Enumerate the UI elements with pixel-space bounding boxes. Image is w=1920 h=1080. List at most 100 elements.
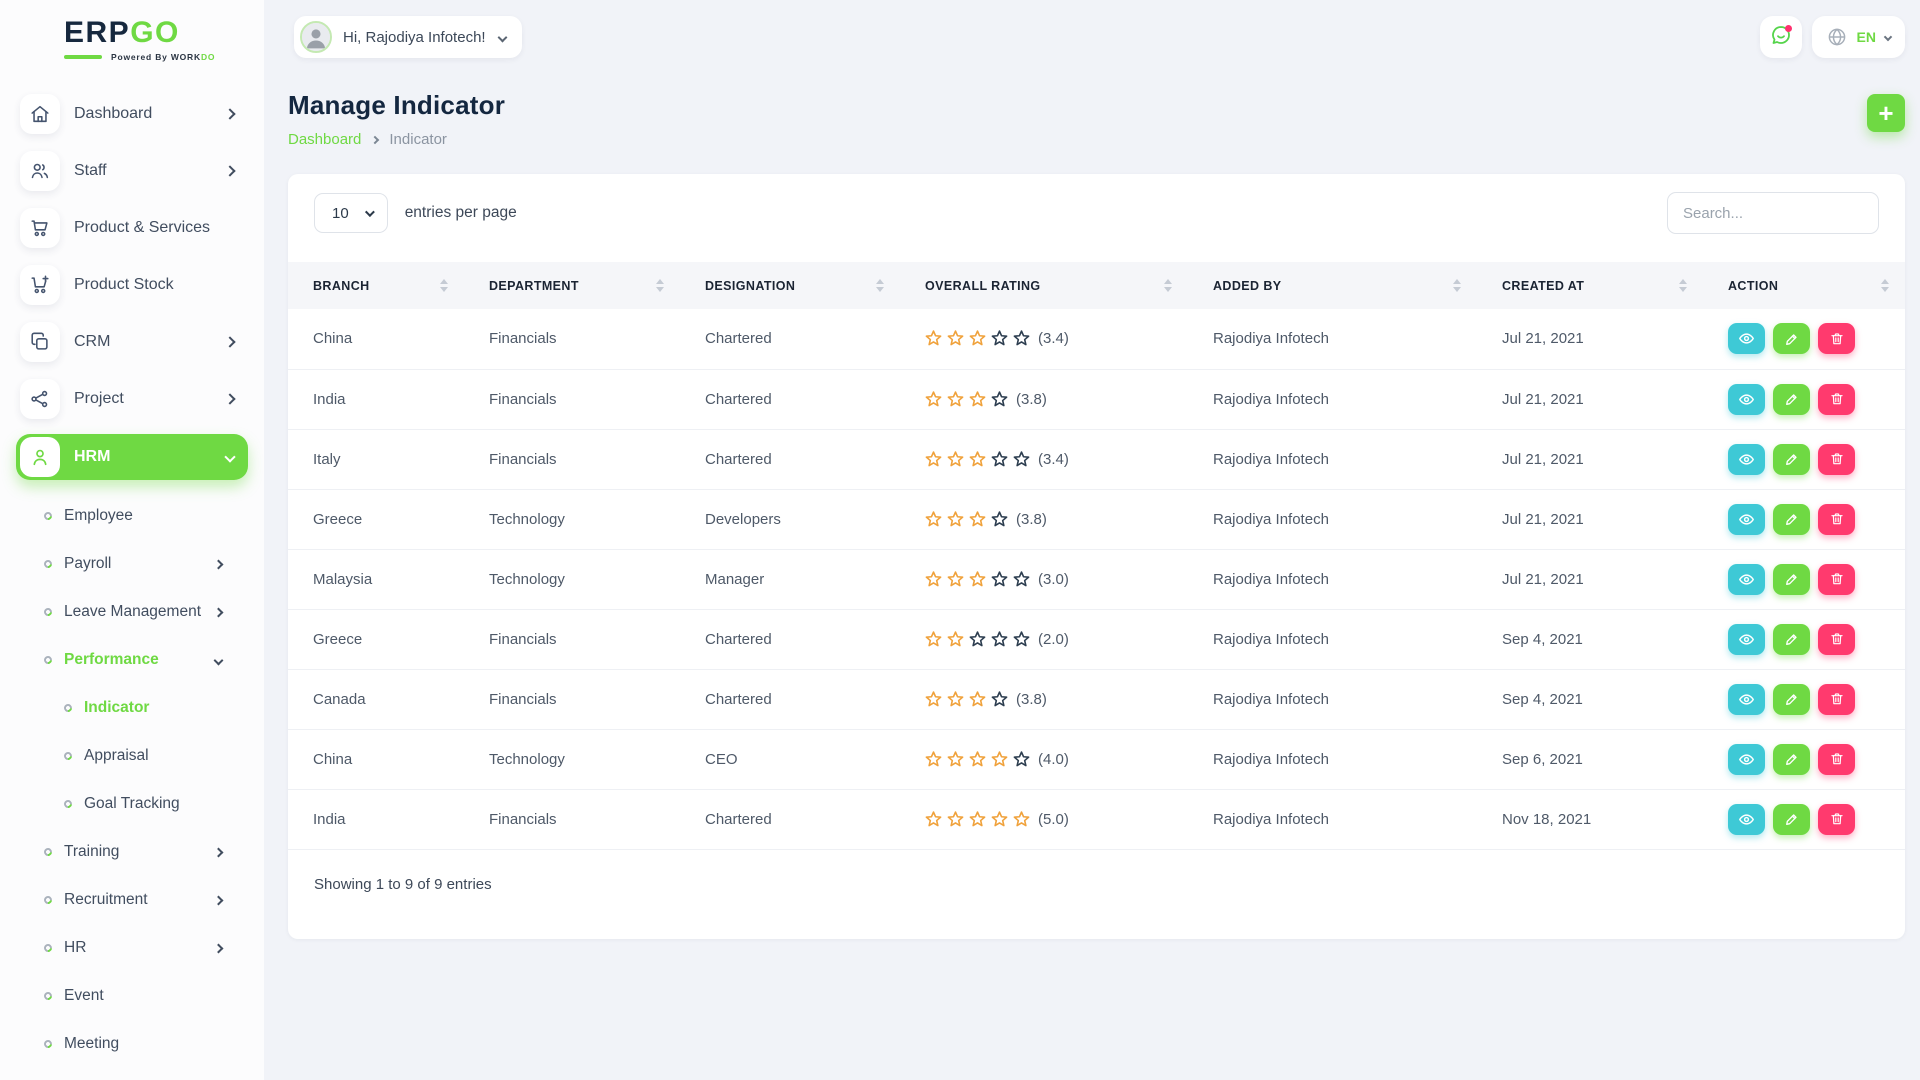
star-icon (947, 811, 964, 828)
delete-button[interactable] (1818, 444, 1855, 475)
star-icon (1013, 631, 1030, 648)
view-button[interactable] (1728, 624, 1765, 655)
view-button[interactable] (1728, 684, 1765, 715)
delete-button[interactable] (1818, 684, 1855, 715)
sidebar-subitem-label: Employee (64, 507, 222, 525)
edit-button[interactable] (1773, 384, 1810, 415)
sidebar-subitem-payroll[interactable]: Payroll (16, 549, 248, 579)
add-indicator-button[interactable]: + (1867, 94, 1905, 132)
view-button[interactable] (1728, 384, 1765, 415)
logo-text: ERPGO (64, 16, 264, 49)
edit-button[interactable] (1773, 624, 1810, 655)
view-button[interactable] (1728, 804, 1765, 835)
cell-action (1703, 789, 1905, 849)
chevron-right-icon (224, 165, 235, 176)
sidebar-subitem-performance[interactable]: Performance (16, 645, 248, 675)
messenger-button[interactable] (1760, 16, 1802, 58)
cell-created-at: Jul 21, 2021 (1477, 369, 1703, 429)
sidebar-subitem-hr[interactable]: HR (16, 933, 248, 963)
chevron-down-icon (1884, 33, 1892, 41)
pencil-icon (1784, 451, 1800, 467)
trash-icon (1829, 391, 1845, 407)
page-title: Manage Indicator (288, 90, 505, 121)
edit-button[interactable] (1773, 444, 1810, 475)
pencil-icon (1784, 571, 1800, 587)
column-header-department[interactable]: DEPARTMENT (464, 262, 680, 309)
sidebar-subitem-appraisal[interactable]: Appraisal (16, 741, 248, 771)
cell-added-by: Rajodiya Infotech (1188, 669, 1477, 729)
sidebar-item-product-and-services[interactable]: Product & Services (16, 206, 248, 250)
cell-designation: Chartered (680, 609, 900, 669)
column-header-branch[interactable]: BRANCH (288, 262, 464, 309)
cell-overall-rating: (3.8) (900, 369, 1188, 429)
sidebar-item-staff[interactable]: Staff (16, 149, 248, 193)
star-icon (947, 511, 964, 528)
sidebar-subitem-recruitment[interactable]: Recruitment (16, 885, 248, 915)
edit-button[interactable] (1773, 564, 1810, 595)
user-menu[interactable]: Hi, Rajodiya Infotech! (294, 16, 522, 58)
delete-button[interactable] (1818, 504, 1855, 535)
sidebar-subitem-goal-tracking[interactable]: Goal Tracking (16, 789, 248, 819)
sidebar-item-project[interactable]: Project (16, 377, 248, 421)
column-header-action[interactable]: ACTION (1703, 262, 1905, 309)
delete-button[interactable] (1818, 564, 1855, 595)
sidebar-item-hrm[interactable]: HRM (16, 434, 248, 480)
rating-value: (3.8) (1016, 511, 1047, 528)
chevron-down-icon (224, 451, 235, 462)
view-button[interactable] (1728, 564, 1765, 595)
search-input[interactable] (1667, 192, 1879, 234)
view-button[interactable] (1728, 504, 1765, 535)
edit-button[interactable] (1773, 684, 1810, 715)
column-label: ADDED BY (1213, 279, 1281, 293)
star-icon (925, 811, 942, 828)
breadcrumb-dashboard-link[interactable]: Dashboard (288, 131, 361, 148)
table-header-row: BRANCHDEPARTMENTDESIGNATIONOVERALL RATIN… (288, 262, 1905, 309)
sidebar-subitem-employee[interactable]: Employee (16, 501, 248, 531)
view-button[interactable] (1728, 444, 1765, 475)
cell-created-at: Sep 4, 2021 (1477, 609, 1703, 669)
entries-per-page-select[interactable]: 10 (314, 193, 388, 233)
sidebar-item-dashboard[interactable]: Dashboard (16, 92, 248, 136)
cell-created-at: Jul 21, 2021 (1477, 489, 1703, 549)
column-header-designation[interactable]: DESIGNATION (680, 262, 900, 309)
delete-button[interactable] (1818, 744, 1855, 775)
edit-button[interactable] (1773, 744, 1810, 775)
trash-icon (1829, 331, 1845, 347)
edit-button[interactable] (1773, 323, 1810, 354)
breadcrumb-current: Indicator (389, 131, 447, 148)
view-button[interactable] (1728, 744, 1765, 775)
delete-button[interactable] (1818, 804, 1855, 835)
edit-button[interactable] (1773, 804, 1810, 835)
cell-added-by: Rajodiya Infotech (1188, 489, 1477, 549)
delete-button[interactable] (1818, 384, 1855, 415)
star-icon (925, 511, 942, 528)
edit-button[interactable] (1773, 504, 1810, 535)
column-header-added-by[interactable]: ADDED BY (1188, 262, 1477, 309)
sidebar-subitem-training[interactable]: Training (16, 837, 248, 867)
delete-button[interactable] (1818, 323, 1855, 354)
sidebar-item-crm[interactable]: CRM (16, 320, 248, 364)
cell-action (1703, 729, 1905, 789)
cell-branch: China (288, 729, 464, 789)
table-row: CanadaFinancialsChartered(3.8)Rajodiya I… (288, 669, 1905, 729)
indicator-table-card: 10 entries per page BRANCHDEPARTMENTDESI… (288, 174, 1905, 939)
plus-icon: + (1878, 100, 1893, 126)
language-selector[interactable]: EN (1812, 16, 1905, 58)
cell-added-by: Rajodiya Infotech (1188, 549, 1477, 609)
column-header-overall-rating[interactable]: OVERALL RATING (900, 262, 1188, 309)
sidebar-subitem-event[interactable]: Event (16, 981, 248, 1011)
sidebar-subitem-indicator[interactable]: Indicator (16, 693, 248, 723)
pencil-icon (1784, 811, 1800, 827)
delete-button[interactable] (1818, 624, 1855, 655)
view-button[interactable] (1728, 323, 1765, 354)
chevron-right-icon (214, 847, 224, 857)
sidebar-subitem-meeting[interactable]: Meeting (16, 1029, 248, 1059)
eye-icon (1738, 391, 1755, 408)
cell-department: Technology (464, 489, 680, 549)
sidebar-subitem-leave-management[interactable]: Leave Management (16, 597, 248, 627)
cell-overall-rating: (3.4) (900, 429, 1188, 489)
logo[interactable]: ERPGO Powered By WORKDO (0, 16, 264, 62)
cell-department: Technology (464, 729, 680, 789)
column-header-created-at[interactable]: CREATED AT (1477, 262, 1703, 309)
sidebar-item-product-stock[interactable]: Product Stock (16, 263, 248, 307)
